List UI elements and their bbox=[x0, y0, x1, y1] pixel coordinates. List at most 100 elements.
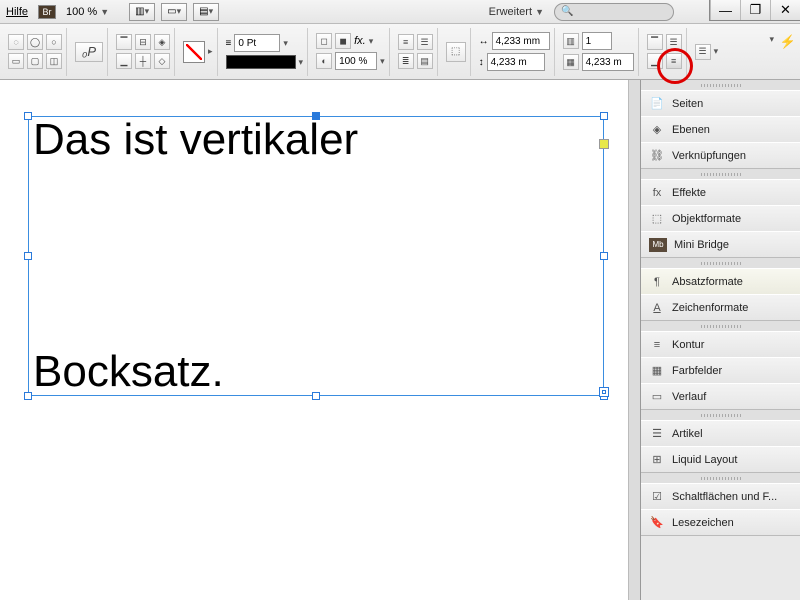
dock-grip[interactable] bbox=[641, 321, 800, 331]
expand-icon[interactable]: ▾ bbox=[769, 34, 774, 45]
height-field[interactable]: 4,233 m bbox=[487, 53, 545, 71]
chevron-down-icon[interactable]: ▾ bbox=[369, 36, 374, 47]
width-field[interactable]: 4,233 mm bbox=[492, 32, 550, 50]
panel-label: Verlauf bbox=[672, 391, 706, 403]
view-dropdown-3[interactable]: ▤ ▾ bbox=[193, 3, 219, 21]
valign-bot-icon[interactable]: ▁ bbox=[647, 53, 663, 69]
chevron-down-icon[interactable]: ▾ bbox=[714, 46, 719, 57]
ellipse-dotted-icon[interactable]: ◌ bbox=[8, 34, 24, 50]
panel-group-5: ☰Artikel ⊞Liquid Layout bbox=[641, 420, 800, 473]
panel-paragraph-styles[interactable]: ¶Absatzformate bbox=[641, 268, 800, 294]
panel-liquid-layout[interactable]: ⊞Liquid Layout bbox=[641, 446, 800, 472]
valign-justify-icon[interactable]: ≡ bbox=[666, 53, 682, 69]
opacity-field[interactable]: 100 % bbox=[335, 52, 377, 70]
panel-gradient[interactable]: ▭Verlauf bbox=[641, 383, 800, 409]
handle-mid-left[interactable] bbox=[24, 252, 32, 260]
handle-top-right[interactable] bbox=[600, 112, 608, 120]
panel-layers[interactable]: ◈Ebenen bbox=[641, 116, 800, 142]
maximize-button[interactable]: ❐ bbox=[740, 0, 770, 20]
gutter-field[interactable]: 4,233 m bbox=[582, 53, 634, 71]
anchor-top-icon[interactable]: ▔ bbox=[116, 34, 132, 50]
rect-icon[interactable]: ▭ bbox=[8, 53, 24, 69]
rect2-icon[interactable]: ◫ bbox=[46, 53, 62, 69]
minimize-button[interactable]: — bbox=[710, 0, 740, 20]
document-canvas[interactable]: Das ist vertikaler Bocksatz. bbox=[0, 80, 640, 600]
search-input[interactable]: 🔍 bbox=[554, 3, 674, 21]
columns-field[interactable]: 1 bbox=[582, 32, 612, 50]
tool-group-shapes: ◌ ◯ ○ ▭ ▢ ◫ bbox=[4, 28, 67, 76]
panel-bookmarks[interactable]: 🔖Lesezeichen bbox=[641, 509, 800, 535]
live-corner-handle[interactable] bbox=[599, 139, 609, 149]
panel-articles[interactable]: ☰Artikel bbox=[641, 420, 800, 446]
align-left-icon[interactable]: ≡ bbox=[398, 34, 414, 50]
shadow-icon[interactable]: ◼ bbox=[335, 33, 351, 49]
handle-top-left[interactable] bbox=[24, 112, 32, 120]
textframe-icon[interactable]: ⬚ bbox=[446, 42, 466, 62]
panel-label: Zeichenformate bbox=[672, 302, 748, 314]
handle-mid-top[interactable] bbox=[312, 112, 320, 120]
ellipse-icon[interactable]: ○ bbox=[46, 34, 62, 50]
articles-icon: ☰ bbox=[649, 427, 665, 441]
anchor-icon[interactable]: ◈ bbox=[154, 34, 170, 50]
panel-character-styles[interactable]: AZeichenformate bbox=[641, 294, 800, 320]
valign-mid-icon[interactable]: ☰ bbox=[666, 34, 682, 50]
align-center-icon[interactable]: ☰ bbox=[417, 34, 433, 50]
col-balance-icon[interactable]: ▦ bbox=[563, 54, 579, 70]
dock-grip[interactable] bbox=[641, 169, 800, 179]
panel-links[interactable]: ⛓Verknüpfungen bbox=[641, 142, 800, 168]
paragraph-icon[interactable]: ₀P bbox=[75, 42, 103, 62]
panel-label: Absatzformate bbox=[672, 276, 743, 288]
list-icon[interactable]: ☰ bbox=[695, 44, 711, 60]
tool-group-text: ₀P bbox=[71, 28, 108, 76]
dock-divider[interactable] bbox=[628, 80, 640, 600]
align-justify-icon[interactable]: ▤ bbox=[417, 53, 433, 69]
dock-grip[interactable] bbox=[641, 80, 800, 90]
valign-group: ▔ ☰ ▁ ≡ bbox=[643, 28, 687, 76]
no-fill-icon[interactable] bbox=[183, 41, 205, 63]
valign-top-icon[interactable]: ▔ bbox=[647, 34, 663, 50]
anchor-r-icon[interactable]: ◇ bbox=[154, 53, 170, 69]
chevron-down-icon[interactable]: ▸ bbox=[208, 46, 213, 57]
dock-grip[interactable] bbox=[641, 258, 800, 268]
chevron-down-icon[interactable]: ▾ bbox=[283, 38, 288, 49]
text-frame-selected[interactable]: Das ist vertikaler Bocksatz. bbox=[28, 116, 604, 396]
anchor-mid-icon[interactable]: ⊟ bbox=[135, 34, 151, 50]
handle-mid-bottom[interactable] bbox=[312, 392, 320, 400]
panel-label: Verknüpfungen bbox=[672, 150, 746, 162]
panel-object-styles[interactable]: ⬚Objektformate bbox=[641, 205, 800, 231]
close-button[interactable]: ✕ bbox=[770, 0, 800, 20]
chevron-down-icon[interactable]: ▾ bbox=[380, 56, 385, 67]
text-align-group: ≡ ☰ ≣ ▤ bbox=[394, 28, 438, 76]
panel-stroke[interactable]: ≡Kontur bbox=[641, 331, 800, 357]
out-port[interactable] bbox=[599, 387, 609, 397]
panel-swatches[interactable]: ▦Farbfelder bbox=[641, 357, 800, 383]
panel-mini-bridge[interactable]: MbMini Bridge bbox=[641, 231, 800, 257]
bolt-icon[interactable]: ⚡ bbox=[780, 34, 796, 50]
rect-dashed-icon[interactable]: ▢ bbox=[27, 53, 43, 69]
panel-buttons-forms[interactable]: ☑Schaltflächen und F... bbox=[641, 483, 800, 509]
help-menu[interactable]: Hilfe bbox=[6, 6, 28, 18]
panel-label: Kontur bbox=[672, 339, 704, 351]
stroke-weight-field[interactable]: 0 Pt bbox=[234, 34, 280, 52]
workspace-switcher[interactable]: Erweitert ▼ bbox=[489, 6, 544, 18]
panel-pages[interactable]: 📄Seiten bbox=[641, 90, 800, 116]
view-dropdown-2[interactable]: ▭ ▾ bbox=[161, 3, 187, 21]
corner-icon[interactable]: ◻ bbox=[316, 33, 332, 49]
handle-bottom-left[interactable] bbox=[24, 392, 32, 400]
tool-group-align: ▔ ⊟ ◈ ▁ ┼ ◇ bbox=[112, 28, 175, 76]
chevron-down-icon[interactable]: ▾ bbox=[299, 57, 304, 68]
ellipse-dashed-icon[interactable]: ◯ bbox=[27, 34, 43, 50]
dock-grip[interactable] bbox=[641, 410, 800, 420]
panel-effects[interactable]: fxEffekte bbox=[641, 179, 800, 205]
dock-grip[interactable] bbox=[641, 473, 800, 483]
anchor-bot-icon[interactable]: ▁ bbox=[116, 53, 132, 69]
fx-button[interactable]: fx. bbox=[354, 35, 366, 47]
align-right-icon[interactable]: ≣ bbox=[398, 53, 414, 69]
bridge-icon[interactable]: Br bbox=[38, 5, 56, 19]
anchor-c-icon[interactable]: ┼ bbox=[135, 53, 151, 69]
handle-mid-right[interactable] bbox=[600, 252, 608, 260]
view-dropdown-1[interactable]: ▥ ▾ bbox=[129, 3, 155, 21]
liquid-icon: ⊞ bbox=[649, 453, 665, 467]
zoom-level[interactable]: 100 % ▼ bbox=[66, 6, 109, 18]
stroke-style-dropdown[interactable] bbox=[226, 55, 296, 69]
